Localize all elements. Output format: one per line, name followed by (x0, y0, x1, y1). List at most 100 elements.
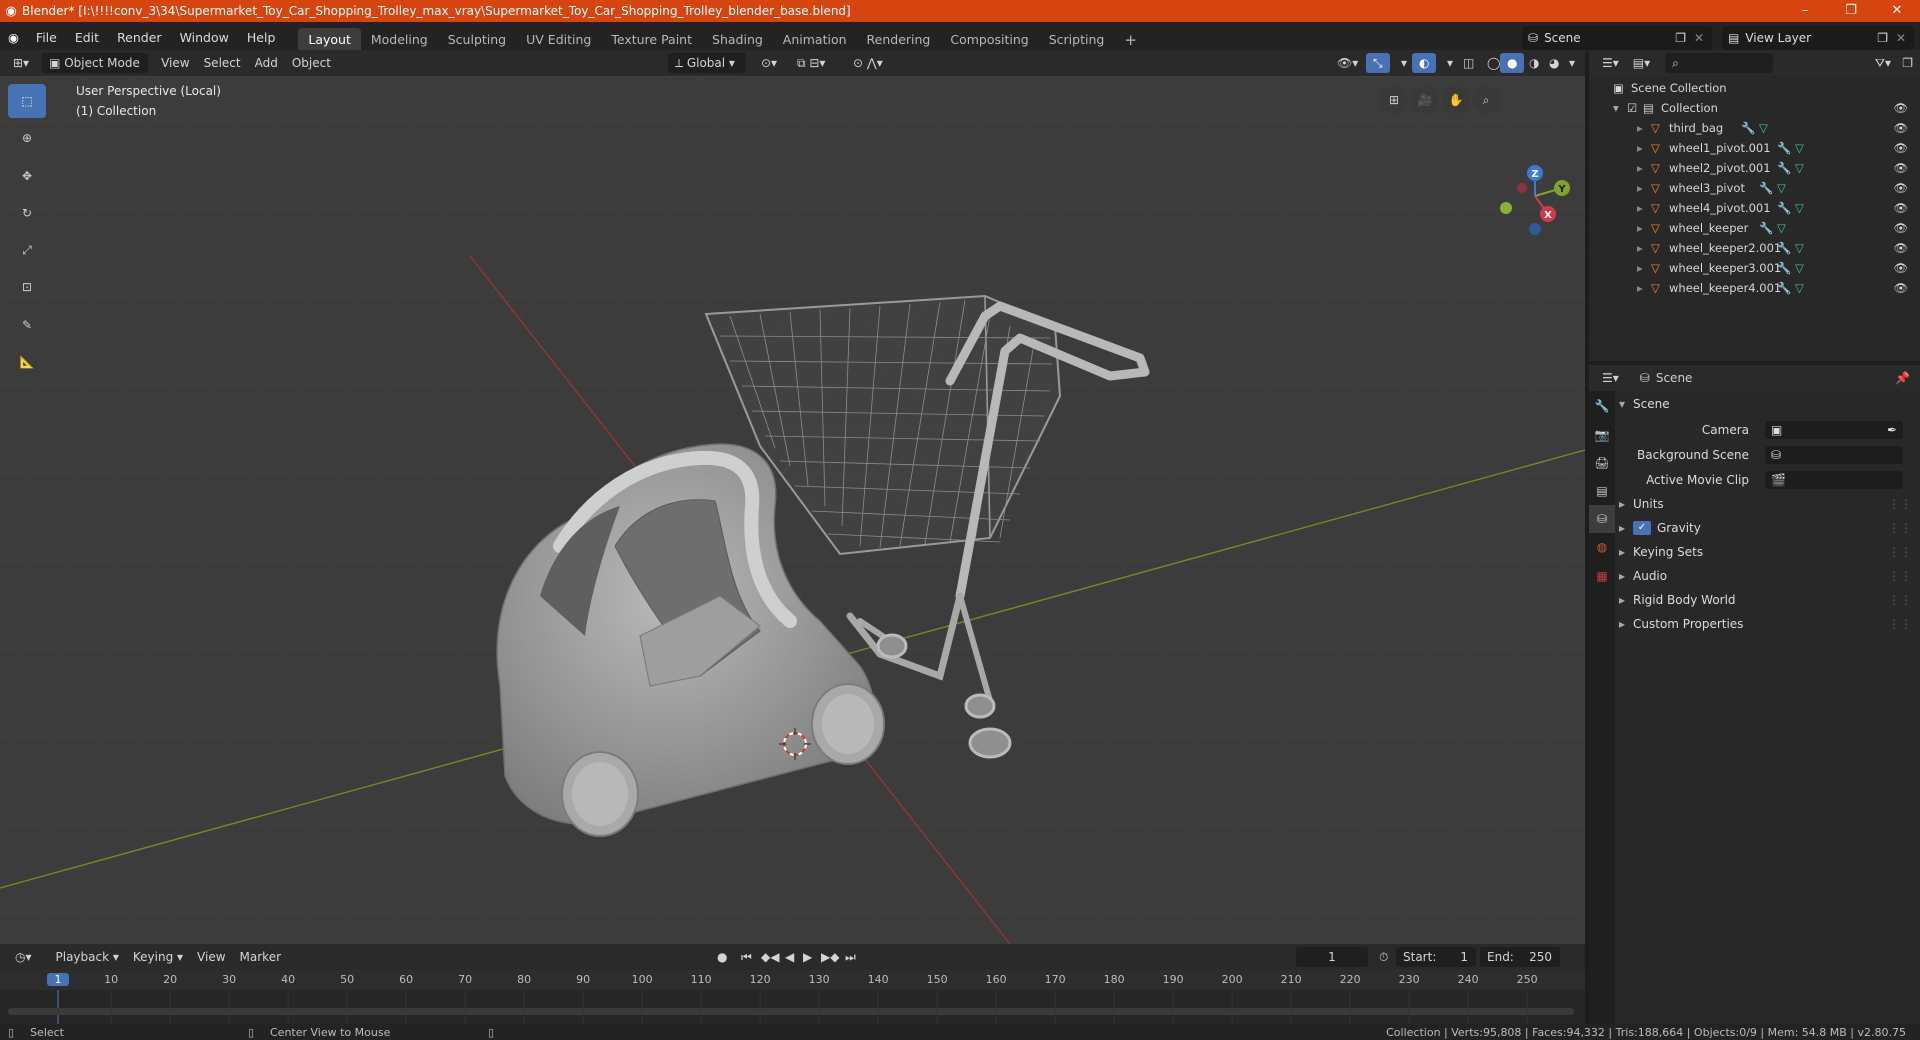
zoom-icon[interactable]: ⌕ (1472, 86, 1500, 114)
scene-panel-header[interactable]: ▾ Scene (1619, 393, 1920, 415)
scene-tab-icon[interactable]: ⛁ (1589, 505, 1615, 533)
gizmo-toggle-icon[interactable]: ⤡ (1366, 53, 1390, 73)
modifier-icon[interactable]: 🔧 (1759, 181, 1777, 195)
mesh-data-icon[interactable]: ▽ (1777, 181, 1795, 195)
outliner-collection[interactable]: ▾ ☑ ▤ Collection 👁 (1589, 98, 1920, 118)
tab-modeling[interactable]: Modeling (361, 28, 438, 52)
view-layer-selector[interactable]: ▤ View Layer ❐ ✕ (1722, 26, 1914, 50)
outliner-editor-type-icon[interactable]: ☰▾ (1595, 53, 1626, 73)
scale-tool-icon[interactable]: ⤢ (8, 233, 46, 267)
transform-tool-icon[interactable]: ⊡ (8, 270, 46, 304)
drag-handle-icon[interactable]: ⋮⋮ (1888, 593, 1912, 607)
move-tool-icon[interactable]: ✥ (8, 159, 46, 193)
expand-icon[interactable]: ▸ (1637, 121, 1651, 135)
viewport-menu-add[interactable]: Add (248, 53, 285, 73)
timeline-ruler[interactable]: 1 10 20 30 40 50 60 70 80 90 100 110 120 130 140 150 160… (0, 970, 1585, 990)
minimize-button[interactable]: – (1782, 0, 1828, 22)
eye-icon[interactable]: 👁 (1893, 201, 1908, 215)
pin-icon[interactable]: 📌 (1895, 371, 1910, 385)
properties-editor-type-icon[interactable]: ☰▾ (1595, 368, 1626, 388)
timeline-menu-playback[interactable]: Playback ▾ (49, 947, 126, 967)
view-layer-tab-icon[interactable]: ▤ (1589, 477, 1615, 505)
modifier-icon[interactable]: 🔧 (1777, 141, 1795, 155)
remove-scene-icon[interactable]: ✕ (1694, 31, 1704, 45)
outliner-search-input[interactable]: ⌕ (1665, 53, 1774, 73)
snap-icon[interactable]: ⧉ ⊟▾ (790, 53, 832, 73)
tab-rendering[interactable]: Rendering (857, 28, 941, 52)
timeline-editor-type-icon[interactable]: ◷▾ (8, 947, 39, 967)
outliner-item[interactable]: ▸ ▽ wheel4_pivot.001 🔧 ▽ 👁 (1589, 198, 1920, 218)
modifier-icon[interactable]: 🔧 (1777, 241, 1795, 255)
annotate-tool-icon[interactable]: ✎ (8, 308, 46, 342)
remove-view-layer-icon[interactable]: ✕ (1896, 31, 1906, 45)
property-field[interactable]: ⛁ (1765, 446, 1903, 464)
start-frame-field[interactable]: Start: 1 (1396, 947, 1476, 967)
modifier-icon[interactable]: 🔧 (1777, 281, 1795, 295)
filter-icon[interactable]: ⛛▾ (1868, 53, 1898, 73)
viewport-menu-view[interactable]: View (154, 53, 196, 73)
expand-icon[interactable]: ▸ (1637, 161, 1651, 175)
eye-icon[interactable]: 👁 (1893, 261, 1908, 275)
solid-shading-icon[interactable]: ● (1500, 53, 1525, 73)
jump-end-icon[interactable]: ⏭ (838, 947, 863, 967)
subpanel-header[interactable]: ▸ ✓ Gravity ⋮⋮ (1619, 517, 1920, 539)
eye-icon[interactable]: 👁 (1893, 161, 1908, 175)
viewport-menu-object[interactable]: Object (285, 53, 338, 73)
collection-expand-icon[interactable]: ▾ (1613, 101, 1627, 115)
timeline-scrollbar[interactable] (8, 1008, 1574, 1015)
new-collection-icon[interactable]: ❐ (1895, 53, 1920, 73)
scene-selector[interactable]: ⛁ Scene ❐ ✕ (1522, 26, 1712, 50)
modifier-icon[interactable]: 🔧 (1777, 161, 1795, 175)
pan-hand-icon[interactable]: ✋ (1442, 86, 1470, 114)
tab-animation[interactable]: Animation (773, 28, 857, 52)
measure-tool-icon[interactable]: 📐 (8, 345, 46, 379)
viewport-menu-select[interactable]: Select (197, 53, 248, 73)
modifier-icon[interactable]: 🔧 (1741, 121, 1759, 135)
eyedropper-icon[interactable]: ✒ (1887, 423, 1897, 437)
mesh-data-icon[interactable]: ▽ (1795, 161, 1813, 175)
xray-icon[interactable]: ◫ (1456, 53, 1481, 73)
outliner-item[interactable]: ▸ ▽ wheel_keeper3.001 🔧 ▽ 👁 (1589, 258, 1920, 278)
expand-icon[interactable]: ▸ (1637, 221, 1651, 235)
timeline-area[interactable]: 1 10 20 30 40 50 60 70 80 90 100 110 120 130 140 150 160… (0, 970, 1585, 1024)
output-tab-icon[interactable]: 🖨 (1589, 449, 1615, 477)
gravity-checkbox[interactable]: ✓ (1633, 521, 1651, 535)
stopwatch-icon[interactable]: ⏱ (1372, 947, 1395, 967)
expand-icon[interactable]: ▸ (1637, 261, 1651, 275)
record-icon[interactable]: ● (710, 947, 734, 967)
modifier-icon[interactable]: 🔧 (1777, 201, 1795, 215)
timeline-menu-view[interactable]: View (190, 947, 232, 967)
subpanel-header[interactable]: ▸ Rigid Body World ⋮⋮ (1619, 589, 1920, 611)
mesh-data-icon[interactable]: ▽ (1795, 241, 1813, 255)
mesh-data-icon[interactable]: ▽ (1777, 221, 1795, 235)
texture-tab-icon[interactable]: ▦ (1589, 561, 1615, 591)
new-view-layer-icon[interactable]: ❐ (1877, 31, 1888, 45)
world-tab-icon[interactable]: ◍ (1589, 533, 1615, 561)
maximize-button[interactable]: ❐ (1828, 0, 1874, 22)
gizmo-neg-z-axis[interactable] (1529, 223, 1541, 235)
eye-icon[interactable]: 👁 (1893, 221, 1908, 235)
rotate-tool-icon[interactable]: ↻ (8, 196, 46, 230)
tab-texture-paint[interactable]: Texture Paint (601, 28, 702, 52)
tab-shading[interactable]: Shading (702, 28, 773, 52)
timeline-menu-keying[interactable]: Keying ▾ (126, 947, 190, 967)
drag-handle-icon[interactable]: ⋮⋮ (1888, 521, 1912, 535)
mesh-data-icon[interactable]: ▽ (1759, 121, 1777, 135)
expand-icon[interactable]: ▸ (1637, 201, 1651, 215)
drag-handle-icon[interactable]: ⋮⋮ (1888, 545, 1912, 559)
outliner-item[interactable]: ▸ ▽ wheel2_pivot.001 🔧 ▽ 👁 (1589, 158, 1920, 178)
subpanel-header[interactable]: ▸ Audio ⋮⋮ (1619, 565, 1920, 587)
eye-icon[interactable]: 👁 (1893, 181, 1908, 195)
eye-icon[interactable]: 👁 (1893, 241, 1908, 255)
gizmo-neg-x-axis[interactable] (1517, 183, 1527, 193)
toggle-camera-grid-icon[interactable]: ⊞ (1380, 86, 1408, 114)
transform-orientation-dropdown[interactable]: ⟂ Global ▾ (668, 53, 746, 73)
mesh-data-icon[interactable]: ▽ (1795, 261, 1813, 275)
current-frame-field[interactable]: 1 (1296, 947, 1368, 967)
drag-handle-icon[interactable]: ⋮⋮ (1888, 497, 1912, 511)
end-frame-field[interactable]: End: 250 (1480, 947, 1560, 967)
timeline-menu-marker[interactable]: Marker (233, 947, 288, 967)
subpanel-header[interactable]: ▸ Units ⋮⋮ (1619, 493, 1920, 515)
collection-checkbox[interactable]: ☑ (1627, 101, 1643, 115)
property-field[interactable]: 🎬 (1765, 471, 1903, 489)
